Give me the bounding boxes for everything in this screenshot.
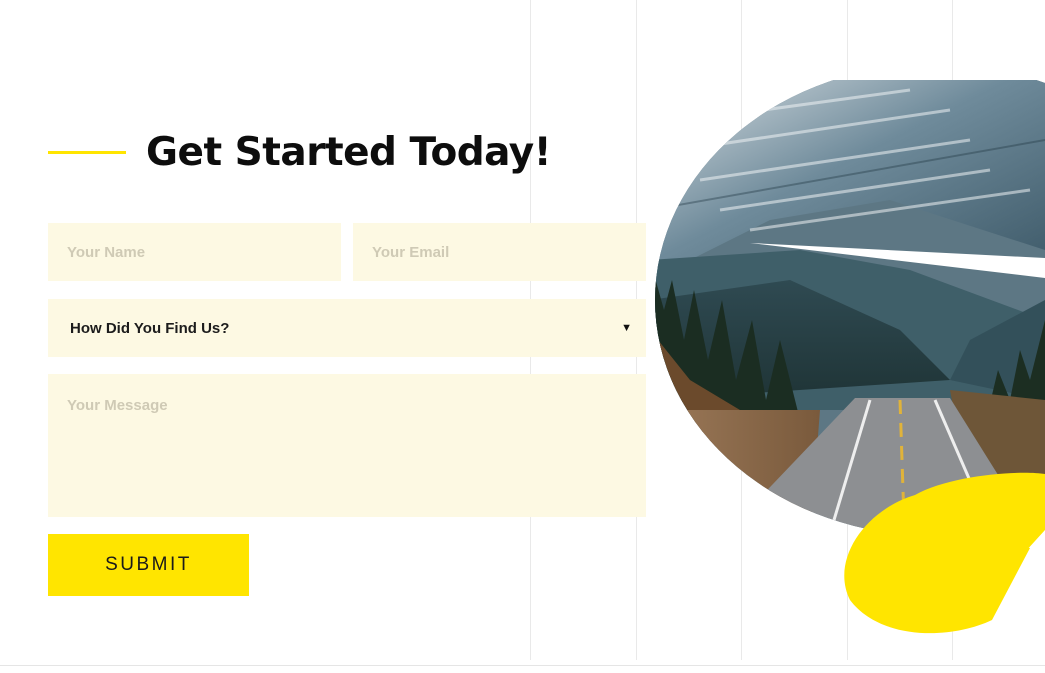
hero-landscape-image bbox=[655, 80, 1045, 634]
email-field[interactable] bbox=[353, 223, 646, 281]
message-field[interactable] bbox=[48, 374, 646, 517]
accent-line bbox=[48, 150, 126, 154]
chevron-down-icon: ▼ bbox=[621, 322, 632, 334]
heading: Get Started Today! bbox=[48, 120, 552, 184]
page-title: Get Started Today! bbox=[146, 129, 552, 175]
bottom-divider bbox=[0, 665, 1045, 666]
name-field[interactable] bbox=[48, 223, 341, 281]
submit-button[interactable]: SUBMIT bbox=[48, 534, 249, 596]
source-select-value: How Did You Find Us? bbox=[70, 319, 230, 337]
source-select[interactable]: How Did You Find Us? ▼ bbox=[48, 299, 646, 357]
